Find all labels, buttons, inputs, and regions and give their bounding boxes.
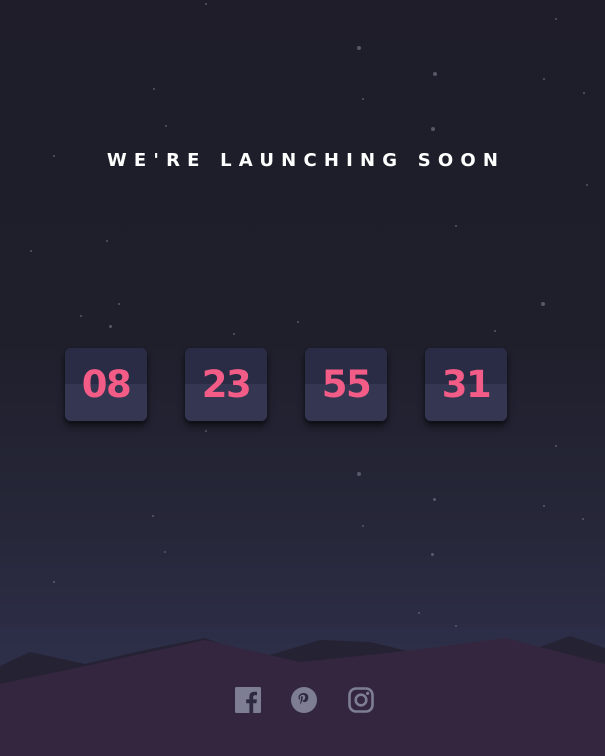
facebook-link[interactable] [234,686,262,714]
star [431,127,435,131]
star [543,78,545,80]
social-links [0,686,605,716]
star [555,445,557,447]
star [109,325,112,328]
pinterest-link[interactable] [290,686,318,714]
countdown-hours: 23 [185,348,267,421]
star [431,553,434,556]
countdown-days-value: 08 [81,363,132,406]
star [297,321,299,323]
launch-headline: WE'RE LAUNCHING SOON [106,150,506,171]
star [586,184,588,186]
star [362,98,364,100]
star [205,430,207,432]
star [582,518,584,520]
instagram-icon [348,687,374,713]
star [357,472,361,476]
star [164,551,166,553]
pinterest-icon [291,687,317,713]
countdown-seconds: 31 [425,348,507,421]
star [152,515,154,517]
countdown-hours-value: 23 [201,363,252,406]
star [205,3,207,5]
star [455,225,457,227]
star [165,125,167,127]
star [153,88,155,90]
countdown-seconds-value: 31 [441,363,492,406]
star [555,18,557,20]
star [541,302,545,306]
star [362,525,364,527]
star [418,612,420,614]
star [583,92,585,94]
star [106,240,108,242]
star [433,498,436,501]
star [80,315,82,317]
countdown-days: 08 [65,348,147,421]
star [53,581,55,583]
countdown-minutes-value: 55 [321,363,372,406]
star [233,333,235,335]
star [118,303,120,305]
countdown-timer: 08 23 55 31 [65,348,545,426]
star [357,46,361,50]
star [543,505,545,507]
instagram-link[interactable] [347,686,375,714]
countdown-minutes: 55 [305,348,387,421]
star [455,625,457,627]
star [30,250,32,252]
star [494,330,496,332]
star [433,72,437,76]
facebook-icon [235,687,261,713]
